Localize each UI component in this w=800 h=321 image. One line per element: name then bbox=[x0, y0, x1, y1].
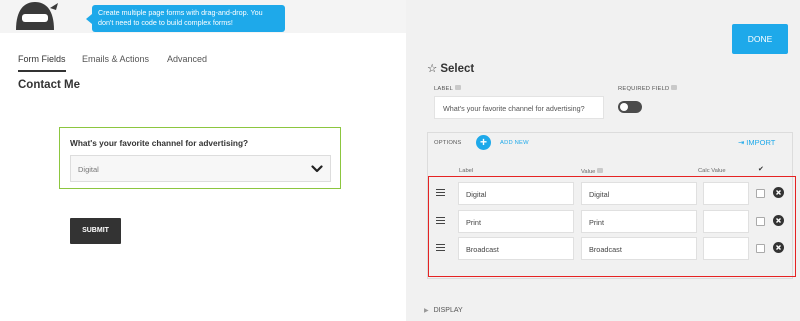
intro-tooltip: Create multiple page forms with drag-and… bbox=[86, 5, 285, 32]
import-icon: ⇥ bbox=[738, 138, 745, 147]
caret-right-icon: ▶ bbox=[424, 308, 429, 314]
required-toggle[interactable] bbox=[618, 101, 642, 113]
tab-advanced[interactable]: Advanced bbox=[167, 54, 207, 64]
drawer-title: ☆ Select bbox=[427, 61, 474, 75]
field-select-dropdown[interactable]: Digital bbox=[70, 155, 331, 182]
column-header-label-text: Label bbox=[459, 168, 474, 174]
column-header-value: Value bbox=[581, 168, 604, 175]
ninja-mascot-icon bbox=[16, 2, 58, 30]
column-header-check: ✔ bbox=[758, 166, 764, 173]
column-header-calc: Calc Value bbox=[698, 168, 726, 174]
label-caption: LABEL bbox=[434, 85, 462, 92]
help-bubble-icon[interactable] bbox=[671, 85, 678, 90]
plus-icon: + bbox=[479, 135, 487, 149]
done-button[interactable]: DONE bbox=[732, 24, 788, 54]
options-highlight-box bbox=[428, 176, 796, 277]
import-button[interactable]: ⇥ IMPORT bbox=[738, 138, 775, 147]
help-bubble-icon[interactable] bbox=[455, 85, 462, 90]
star-icon: ☆ bbox=[427, 63, 438, 75]
import-label: IMPORT bbox=[746, 138, 776, 147]
tab-emails-actions[interactable]: Emails & Actions bbox=[82, 54, 149, 64]
drawer-title-text: Select bbox=[440, 63, 475, 75]
column-header-value-text: Value bbox=[581, 169, 596, 175]
display-section-toggle[interactable]: ▶ DISPLAY bbox=[424, 307, 463, 314]
tab-form-fields[interactable]: Form Fields bbox=[18, 54, 66, 72]
form-title: Contact Me bbox=[18, 79, 80, 91]
required-caption: REQUIRED FIELD bbox=[618, 85, 678, 92]
form-builder-canvas: Create multiple page forms with drag-and… bbox=[0, 0, 406, 321]
tooltip-line-1: Create multiple page forms with drag-and… bbox=[98, 8, 263, 17]
add-option-button[interactable]: + bbox=[476, 135, 491, 150]
chevron-down-icon bbox=[311, 165, 323, 173]
tooltip-line-2: don't need to code to build complex form… bbox=[98, 17, 233, 27]
options-caption: OPTIONS bbox=[434, 140, 462, 146]
label-caption-text: LABEL bbox=[434, 86, 454, 92]
display-label: DISPLAY bbox=[433, 307, 463, 314]
label-input[interactable]: What's your favorite channel for adverti… bbox=[434, 96, 604, 119]
field-label: What's your favorite channel for adverti… bbox=[70, 138, 249, 148]
field-select-value: Digital bbox=[78, 165, 99, 174]
column-header-label: Label bbox=[459, 168, 473, 174]
submit-button[interactable]: SUBMIT bbox=[70, 218, 121, 244]
required-caption-text: REQUIRED FIELD bbox=[618, 86, 670, 92]
help-bubble-icon[interactable] bbox=[597, 168, 604, 173]
field-settings-drawer: DONE ☆ Select LABEL REQUIRED FIELD What's… bbox=[406, 0, 800, 321]
add-new-link[interactable]: ADD NEW bbox=[500, 140, 529, 146]
select-field-preview[interactable]: What's your favorite channel for adverti… bbox=[59, 127, 341, 189]
